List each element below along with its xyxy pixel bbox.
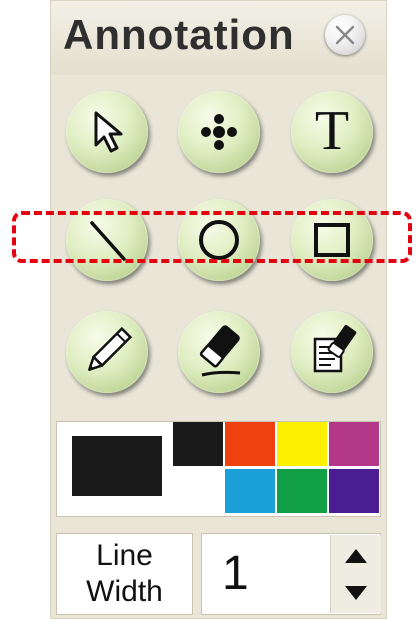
move-dots-icon (201, 114, 237, 150)
annotation-panel: Annotation T Line Width 1 (50, 0, 387, 619)
close-button[interactable] (325, 15, 365, 55)
decrease-width-button[interactable] (331, 574, 381, 613)
close-icon (335, 25, 355, 45)
move-tool-button[interactable] (178, 91, 260, 173)
pencil-icon (88, 326, 133, 371)
current-color-swatch (72, 436, 162, 496)
line-width-value[interactable]: 1 (222, 546, 249, 601)
line-width-label-line2: Width (86, 575, 163, 608)
square-icon (314, 223, 350, 257)
eraser-icon (199, 325, 241, 377)
color-swatch-yellow[interactable] (277, 422, 327, 466)
clear-tool-button[interactable] (291, 311, 373, 393)
stepper-controls (330, 535, 381, 613)
cursor-arrow-icon (94, 111, 123, 153)
color-palette (56, 421, 381, 517)
color-swatch-black[interactable] (173, 422, 223, 466)
line-tool-button[interactable] (66, 199, 148, 281)
line-width-stepper[interactable]: 1 (201, 533, 381, 615)
pen-tool-button[interactable] (66, 311, 148, 393)
color-swatch-cyan[interactable] (225, 469, 275, 513)
color-swatch-green[interactable] (277, 469, 327, 513)
ellipse-tool-button[interactable] (178, 199, 260, 281)
panel-header: Annotation (51, 1, 386, 75)
triangle-up-icon (345, 549, 367, 563)
line-width-label-box: Line Width (56, 533, 193, 615)
color-swatch-magenta[interactable] (329, 422, 379, 466)
line-width-label-line1: Line (96, 539, 153, 572)
color-swatch-white[interactable] (173, 469, 223, 513)
increase-width-button[interactable] (331, 535, 381, 574)
eraser-tool-button[interactable] (178, 311, 260, 393)
color-swatch-purple[interactable] (329, 469, 379, 513)
select-tool-button[interactable] (66, 91, 148, 173)
circle-icon (199, 220, 239, 260)
line-icon (90, 221, 126, 261)
clear-page-icon (313, 325, 357, 373)
rectangle-tool-button[interactable] (291, 199, 373, 281)
triangle-down-icon (345, 586, 367, 600)
color-swatch-orange[interactable] (225, 422, 275, 466)
text-t-icon: T (314, 100, 350, 162)
panel-title: Annotation (63, 11, 295, 58)
text-tool-button[interactable]: T (291, 91, 373, 173)
